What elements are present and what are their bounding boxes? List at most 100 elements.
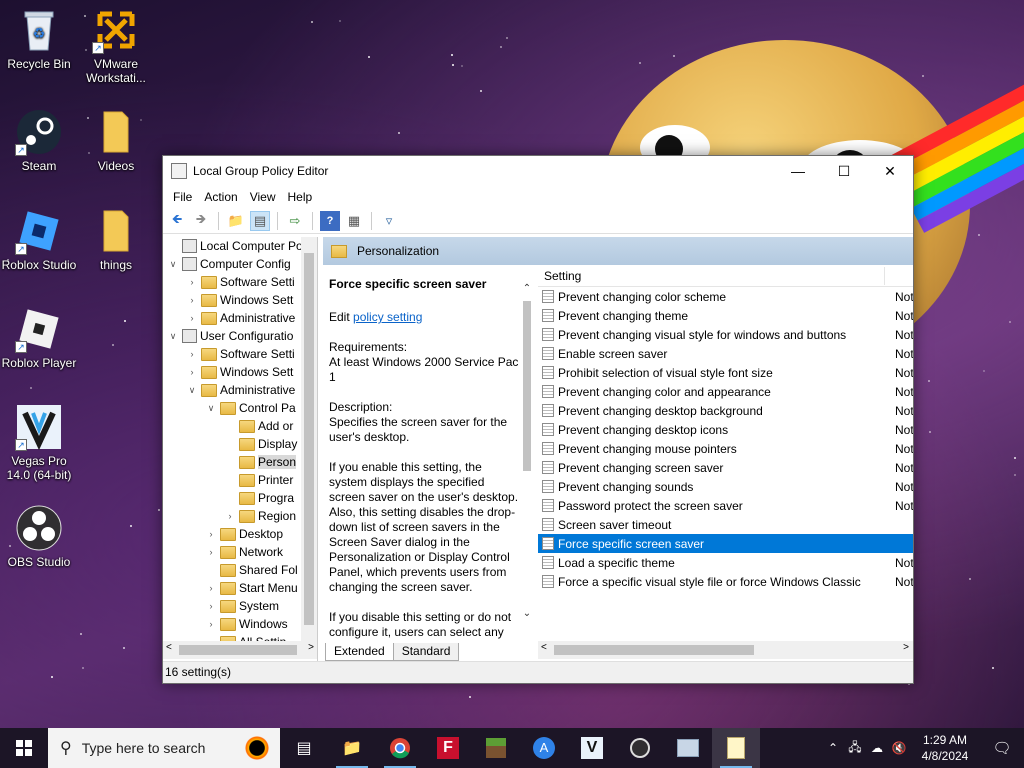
- minimize-button[interactable]: —: [775, 156, 821, 186]
- chevron-up-icon[interactable]: ⌃: [822, 741, 844, 755]
- tree-node[interactable]: ∨ Control Pa: [163, 399, 317, 417]
- scroll-right-icon[interactable]: >: [903, 642, 909, 653]
- tree-vertical-scrollbar[interactable]: [301, 237, 317, 641]
- menu-action[interactable]: Action: [198, 190, 243, 204]
- description-scrollbar[interactable]: ⌃ ⌄: [519, 281, 535, 621]
- taskbar-search[interactable]: ⚲ Type here to search: [48, 728, 280, 768]
- group-policy-editor-window[interactable]: Local Group Policy Editor — ☐ ✕ File Act…: [162, 155, 914, 684]
- setting-row[interactable]: Prevent changing screen saver Not: [538, 458, 913, 477]
- tree-node[interactable]: › Network: [163, 543, 317, 561]
- desktop-icon-obs[interactable]: OBS Studio: [0, 504, 79, 569]
- setting-row[interactable]: Prevent changing sounds Not: [538, 477, 913, 496]
- menu-view[interactable]: View: [244, 190, 282, 204]
- setting-row[interactable]: Force specific screen saver: [538, 534, 913, 553]
- setting-row[interactable]: Prevent changing color scheme Not: [538, 287, 913, 306]
- chevron-right-icon[interactable]: ›: [186, 295, 198, 305]
- scroll-left-icon[interactable]: <: [166, 642, 172, 653]
- tree-node[interactable]: ∨ Computer Config: [163, 255, 317, 273]
- desktop-icon-vmware[interactable]: ↗ VMware Workstati...: [76, 6, 156, 85]
- tree-node[interactable]: Shared Fol: [163, 561, 317, 579]
- help-icon[interactable]: ?: [320, 210, 340, 231]
- chevron-right-icon[interactable]: ›: [186, 367, 198, 377]
- tree-node[interactable]: › Start Menu: [163, 579, 317, 597]
- tree-node[interactable]: › Administrative: [163, 309, 317, 327]
- scroll-up-icon[interactable]: ⌃: [519, 283, 535, 294]
- tab-extended[interactable]: Extended: [325, 643, 394, 661]
- control-panel-icon[interactable]: [664, 728, 712, 768]
- list-horizontal-scrollbar[interactable]: < >: [538, 641, 913, 659]
- tree-node[interactable]: › Windows Sett: [163, 363, 317, 381]
- settings-list[interactable]: Setting Prevent changing color scheme Not…: [538, 265, 913, 641]
- scroll-right-icon[interactable]: >: [308, 642, 314, 653]
- setting-row[interactable]: Prevent changing theme Not: [538, 306, 913, 325]
- desktop-icon-vegas-pro[interactable]: ↗ Vegas Pro 14.0 (64-bit): [0, 403, 79, 482]
- tree-node[interactable]: Progra: [163, 489, 317, 507]
- file-explorer-icon[interactable]: 📁: [328, 728, 376, 768]
- clock[interactable]: 1:29 AM 4/8/2024: [910, 732, 980, 764]
- maximize-button[interactable]: ☐: [821, 156, 867, 186]
- close-button[interactable]: ✕: [867, 156, 913, 186]
- chevron-down-icon[interactable]: ∨: [186, 385, 198, 396]
- chevron-right-icon[interactable]: ›: [205, 583, 217, 593]
- chevron-right-icon[interactable]: ›: [186, 277, 198, 287]
- setting-row[interactable]: Prevent changing color and appearance Not: [538, 382, 913, 401]
- tree-node[interactable]: ∨ User Configuratio: [163, 327, 317, 345]
- column-header-setting[interactable]: Setting: [538, 265, 913, 287]
- setting-row[interactable]: Prevent changing desktop background Not: [538, 401, 913, 420]
- chevron-right-icon[interactable]: ›: [224, 511, 236, 521]
- edit-policy-link[interactable]: policy setting: [353, 310, 422, 324]
- back-icon[interactable]: 🡸: [167, 211, 187, 231]
- tree-node[interactable]: Add or: [163, 417, 317, 435]
- policy-editor-icon[interactable]: [712, 728, 760, 768]
- setting-row[interactable]: Screen saver timeout: [538, 515, 913, 534]
- chevron-down-icon[interactable]: ∨: [167, 259, 179, 270]
- start-button[interactable]: [0, 728, 48, 768]
- obs-icon[interactable]: [616, 728, 664, 768]
- setting-row[interactable]: Enable screen saver Not: [538, 344, 913, 363]
- tree-node[interactable]: Display: [163, 435, 317, 453]
- volume-muted-icon[interactable]: 🔇: [888, 741, 910, 755]
- chevron-right-icon[interactable]: ›: [205, 547, 217, 557]
- tab-standard[interactable]: Standard: [392, 643, 460, 661]
- title-bar[interactable]: Local Group Policy Editor — ☐ ✕: [163, 156, 913, 186]
- desktop-icon-things[interactable]: things: [76, 207, 156, 272]
- forward-icon[interactable]: 🡺: [191, 211, 211, 231]
- tree-node[interactable]: › System: [163, 597, 317, 615]
- tree-node[interactable]: › Software Setti: [163, 345, 317, 363]
- export-icon[interactable]: ⇨: [285, 211, 305, 231]
- setting-row[interactable]: Force a specific visual style file or fo…: [538, 572, 913, 591]
- chevron-right-icon[interactable]: ›: [205, 601, 217, 611]
- tree-node[interactable]: Printer: [163, 471, 317, 489]
- tree-node[interactable]: › Windows Sett: [163, 291, 317, 309]
- tree-node[interactable]: ∨ Administrative: [163, 381, 317, 399]
- show-hide-tree-icon[interactable]: ▤: [250, 210, 270, 231]
- notifications-icon[interactable]: 🗨: [980, 739, 1024, 757]
- desktop-icon-roblox-studio[interactable]: ↗ Roblox Studio: [0, 207, 79, 272]
- chevron-right-icon[interactable]: ›: [186, 313, 198, 323]
- chevron-right-icon[interactable]: ›: [205, 619, 217, 629]
- filter-icon[interactable]: ▿: [379, 211, 399, 231]
- desktop-icon-steam[interactable]: ↗ Steam: [0, 108, 79, 173]
- chevron-right-icon[interactable]: ›: [205, 529, 217, 539]
- menu-file[interactable]: File: [167, 190, 198, 204]
- setting-row[interactable]: Prevent changing mouse pointers Not: [538, 439, 913, 458]
- desktop-icon-recycle-bin[interactable]: ♻ Recycle Bin: [0, 6, 79, 71]
- chrome-icon[interactable]: [376, 728, 424, 768]
- desktop-icon-roblox-player[interactable]: ↗ Roblox Player: [0, 305, 79, 370]
- tree-node[interactable]: › Software Setti: [163, 273, 317, 291]
- scroll-down-icon[interactable]: ⌄: [519, 608, 535, 619]
- minecraft-icon[interactable]: [472, 728, 520, 768]
- tree-horizontal-scrollbar[interactable]: < >: [163, 641, 317, 659]
- tree-node[interactable]: Person: [163, 453, 317, 471]
- menu-help[interactable]: Help: [282, 190, 319, 204]
- setting-row[interactable]: Prevent changing visual style for window…: [538, 325, 913, 344]
- chevron-right-icon[interactable]: ›: [186, 349, 198, 359]
- tree-node[interactable]: Local Computer Polic: [163, 237, 317, 255]
- scroll-left-icon[interactable]: <: [541, 642, 547, 653]
- chevron-down-icon[interactable]: ∨: [205, 403, 217, 414]
- onedrive-icon[interactable]: ☁: [866, 741, 888, 755]
- vegas-icon[interactable]: V: [568, 728, 616, 768]
- chevron-down-icon[interactable]: ∨: [167, 331, 179, 342]
- network-icon[interactable]: 🖧: [844, 738, 866, 759]
- setting-row[interactable]: Password protect the screen saver Not: [538, 496, 913, 515]
